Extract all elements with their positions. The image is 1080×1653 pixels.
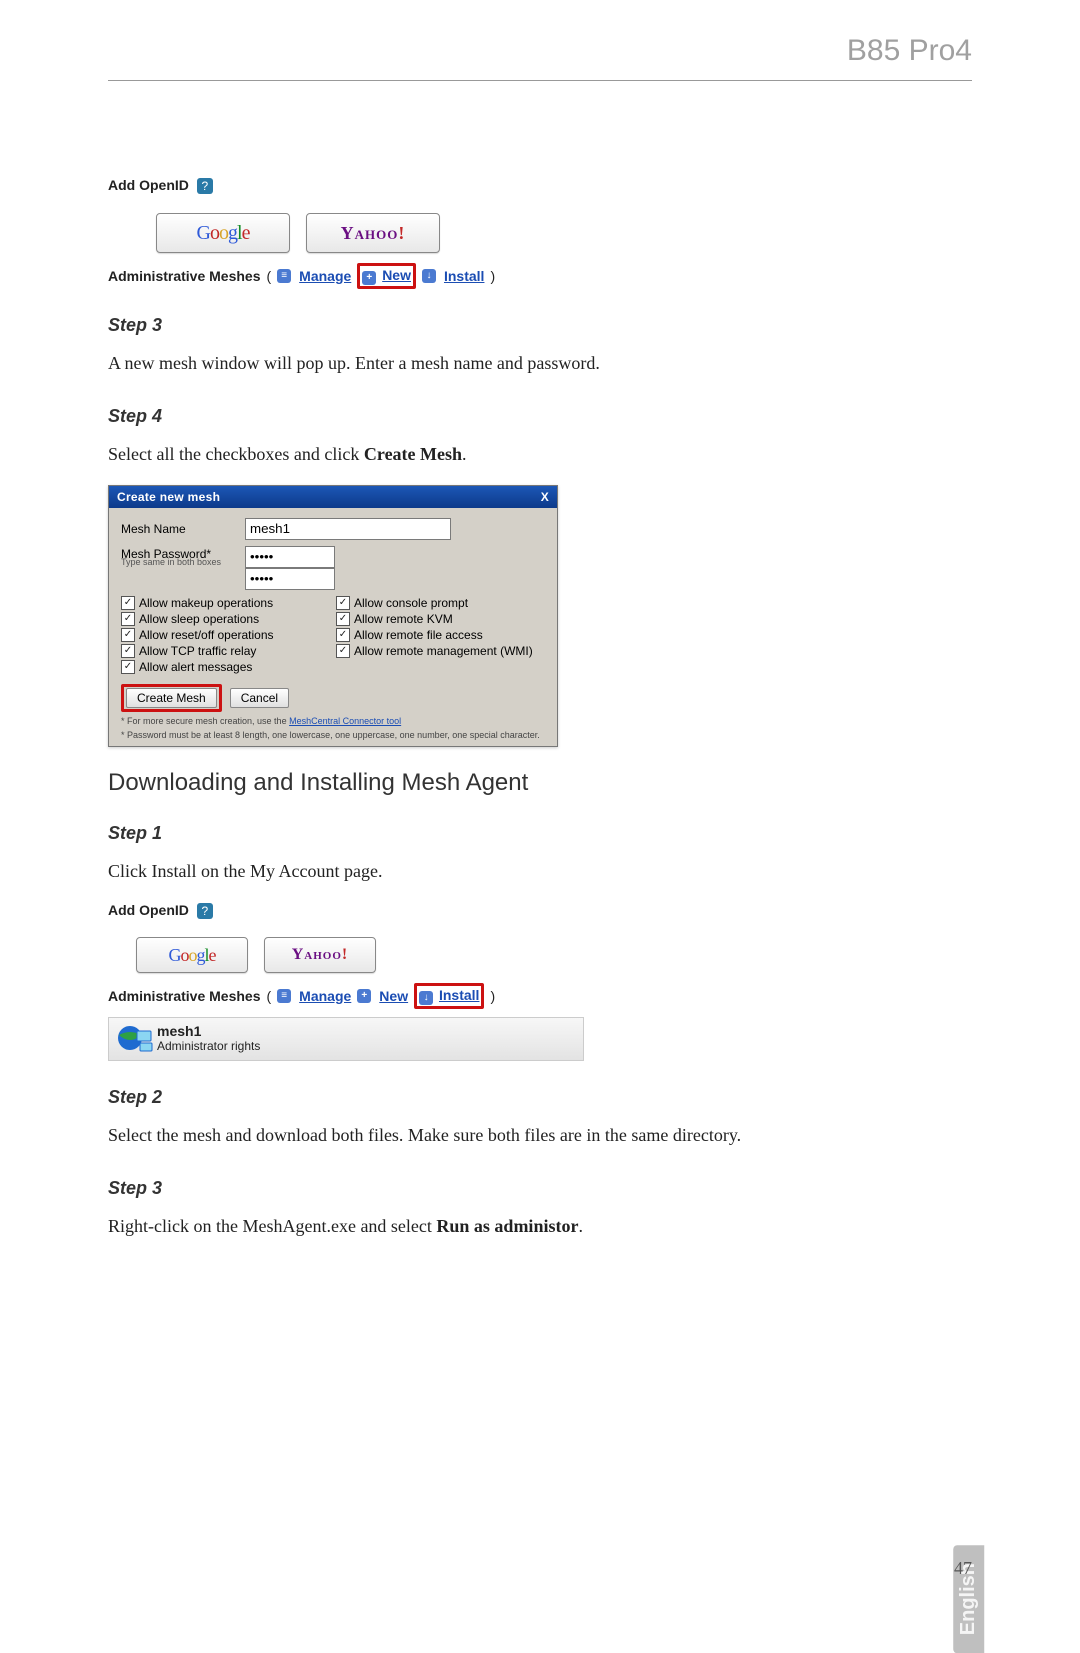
create-mesh-dialog: Create new mesh X Mesh Name Mesh Passwor… <box>108 485 558 747</box>
check-icon[interactable]: ✓ <box>336 644 350 658</box>
plus-icon: + <box>362 271 376 285</box>
s2-step2-text: Select the mesh and download both files.… <box>108 1118 972 1152</box>
chk-8: Allow alert messages <box>139 660 252 674</box>
manage-link[interactable]: Manage <box>299 268 351 284</box>
mesh-item-title: mesh1 <box>157 1023 260 1039</box>
admin-meshes-label: Administrative Meshes <box>108 268 261 284</box>
chk-6: Allow TCP traffic relay <box>139 644 256 658</box>
yahoo-button[interactable]: Yahoo! <box>306 213 440 253</box>
download-icon: ↓ <box>419 991 433 1005</box>
connector-tool-link[interactable]: MeshCentral Connector tool <box>289 716 401 726</box>
manage-icon: ≡ <box>277 269 291 283</box>
s2-step3-text: Right-click on the MeshAgent.exe and sel… <box>108 1209 972 1243</box>
document-page: B85 Pro4 Add OpenID ? Google Yahoo! Admi… <box>0 0 1080 1619</box>
cancel-button[interactable]: Cancel <box>230 688 289 708</box>
highlight-install: ↓ Install <box>414 983 484 1009</box>
check-icon[interactable]: ✓ <box>121 660 135 674</box>
highlight-create-button: Create Mesh <box>121 684 222 712</box>
check-icon[interactable]: ✓ <box>336 612 350 626</box>
new-link[interactable]: New <box>382 267 411 283</box>
globe-icon <box>113 1020 157 1056</box>
figure-addopenid-2: Add OpenID ? Google Yahoo! Administrativ… <box>108 902 972 1061</box>
close-icon[interactable]: X <box>541 490 549 504</box>
s2-step1-text: Click Install on the My Account page. <box>108 854 972 888</box>
close-paren: ) <box>490 268 495 284</box>
chk-1: Allow console prompt <box>354 596 468 610</box>
figure-addopenid-1: Add OpenID ? Google Yahoo! Administrativ… <box>108 177 972 289</box>
manage-link[interactable]: Manage <box>299 988 351 1004</box>
highlight-new: + New <box>357 263 416 289</box>
open-paren: ( <box>267 268 272 284</box>
admin-meshes-line-2: Administrative Meshes ( ≡ Manage + New ↓… <box>108 983 972 1009</box>
dialog-title: Create new mesh <box>117 490 220 504</box>
mesh-item-subtitle: Administrator rights <box>157 1039 260 1053</box>
google-button[interactable]: Google <box>136 937 248 973</box>
help-icon[interactable]: ? <box>197 178 213 194</box>
section-heading: Downloading and Installing Mesh Agent <box>108 769 972 797</box>
mesh-password-hint: Type same in both boxes <box>121 558 245 567</box>
chk-3: Allow remote KVM <box>354 612 453 626</box>
step3-text: A new mesh window will pop up. Enter a m… <box>108 346 972 380</box>
download-icon: ↓ <box>422 269 436 283</box>
mesh-password-input-1[interactable] <box>245 546 335 568</box>
help-icon[interactable]: ? <box>197 903 213 919</box>
chk-4: Allow reset/off operations <box>139 628 274 642</box>
yahoo-button[interactable]: Yahoo! <box>264 937 376 973</box>
mesh-name-label: Mesh Name <box>121 522 245 536</box>
top-rule <box>108 80 972 81</box>
dialog-titlebar: Create new mesh X <box>109 486 557 508</box>
chk-2: Allow sleep operations <box>139 612 259 626</box>
admin-meshes-line: Administrative Meshes ( ≡ Manage + New ↓… <box>108 263 972 289</box>
step4-text-before: Select all the checkboxes and click <box>108 444 364 464</box>
chk-0: Allow makeup operations <box>139 596 273 610</box>
yahoo-logo: Yahoo! <box>341 223 406 244</box>
step4-bold: Create Mesh <box>364 444 462 464</box>
s2-step1-label: Step 1 <box>108 823 972 844</box>
add-openid-label-2: Add OpenID <box>108 902 189 918</box>
provider-row: Google Yahoo! <box>156 213 972 253</box>
check-icon[interactable]: ✓ <box>121 612 135 626</box>
dialog-buttons: Create Mesh Cancel <box>121 684 545 712</box>
mesh-name-input[interactable] <box>245 518 451 540</box>
mesh-password-input-2[interactable] <box>245 568 335 590</box>
create-mesh-button[interactable]: Create Mesh <box>126 688 217 708</box>
checkbox-grid: ✓ Allow makeup operations ✓ Allow console … <box>121 596 545 674</box>
install-link[interactable]: Install <box>444 268 484 284</box>
dialog-body: Mesh Name Mesh Password* Type same in bo… <box>109 508 557 746</box>
chk-7: Allow remote management (WMI) <box>354 644 533 658</box>
step4-label: Step 4 <box>108 406 972 427</box>
mesh-list-item[interactable]: mesh1 Administrator rights <box>108 1017 584 1061</box>
check-icon[interactable]: ✓ <box>121 596 135 610</box>
check-icon[interactable]: ✓ <box>336 596 350 610</box>
s2-step3-label: Step 3 <box>108 1178 972 1199</box>
google-logo: Google <box>168 945 215 966</box>
yahoo-logo: Yahoo! <box>292 946 349 964</box>
check-icon[interactable]: ✓ <box>121 628 135 642</box>
page-content: Add OpenID ? Google Yahoo! Administrativ… <box>108 177 972 1243</box>
step4-text: Select all the checkboxes and click Crea… <box>108 437 972 471</box>
run-as-admin-bold: Run as administor <box>436 1216 578 1236</box>
dialog-fineprint-2: * Password must be at least 8 length, on… <box>121 730 545 740</box>
step3-label: Step 3 <box>108 315 972 336</box>
google-logo: Google <box>197 222 250 245</box>
install-link[interactable]: Install <box>439 987 479 1003</box>
page-number: 47 <box>954 1558 972 1579</box>
check-icon[interactable]: ✓ <box>121 644 135 658</box>
product-title: B85 Pro4 <box>847 34 972 68</box>
s2-step2-label: Step 2 <box>108 1087 972 1108</box>
admin-meshes-label-2: Administrative Meshes <box>108 988 261 1004</box>
step4-text-after: . <box>462 444 467 464</box>
chk-5: Allow remote file access <box>354 628 483 642</box>
manage-icon: ≡ <box>277 989 291 1003</box>
plus-icon: + <box>357 989 371 1003</box>
check-icon[interactable]: ✓ <box>336 628 350 642</box>
new-link[interactable]: New <box>379 988 408 1004</box>
add-openid-label: Add OpenID <box>108 177 189 193</box>
google-button[interactable]: Google <box>156 213 290 253</box>
dialog-fineprint-1: * For more secure mesh creation, use the… <box>121 716 545 726</box>
